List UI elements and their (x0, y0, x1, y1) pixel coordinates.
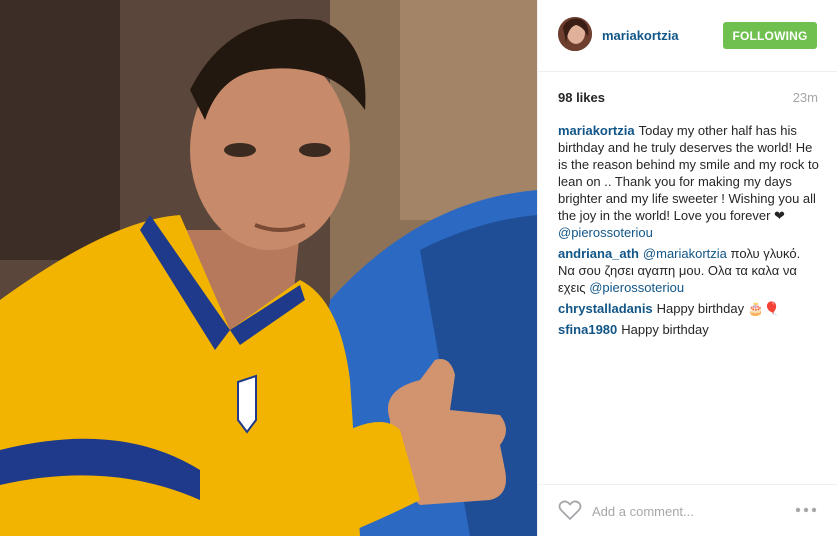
comment-item: chrystalladanis Happy birthday 🎂🎈 (558, 300, 820, 317)
likes-count[interactable]: 98 likes (558, 90, 605, 105)
header-username[interactable]: mariakortzia (602, 28, 679, 43)
post-stats: 98 likes 23m (558, 90, 818, 108)
comment-mention[interactable]: @pierossoteriou (589, 280, 684, 295)
comment-list: mariakortzia Today my other half has his … (558, 122, 820, 342)
comment-username[interactable]: chrystalladanis (558, 301, 653, 316)
post-photo[interactable] (0, 0, 537, 536)
post-time[interactable]: 23m (793, 90, 818, 105)
comment-mention[interactable]: @pierossoteriou (558, 225, 653, 240)
avatar-image (558, 17, 592, 51)
player-photo-illustration (0, 0, 537, 536)
comment-username[interactable]: sfina1980 (558, 322, 617, 337)
heart-outline-icon[interactable] (558, 499, 582, 521)
ellipsis-icon[interactable] (794, 501, 818, 519)
comment-item: sfina1980 Happy birthday (558, 321, 820, 338)
comment-text: Happy birthday 🎂🎈 (656, 301, 781, 316)
post-side-panel: mariakortzia FOLLOWING 98 likes 23m mari… (537, 0, 837, 536)
post-header: mariakortzia FOLLOWING (538, 0, 837, 72)
following-button[interactable]: FOLLOWING (723, 22, 817, 49)
comment-username[interactable]: andriana_ath (558, 246, 639, 261)
post-footer (538, 484, 837, 536)
comment-username[interactable]: mariakortzia (558, 123, 635, 138)
comment-item: andriana_ath @mariakortzia πολυ γλυκό. Να… (558, 245, 820, 296)
add-comment-input[interactable] (590, 499, 784, 523)
comment-text: Happy birthday (621, 322, 709, 337)
comment-item: mariakortzia Today my other half has his … (558, 122, 820, 241)
avatar[interactable] (558, 17, 592, 51)
comment-mention[interactable]: @mariakortzia (643, 246, 727, 261)
comment-text: Today my other half has his birthday and… (558, 123, 819, 223)
